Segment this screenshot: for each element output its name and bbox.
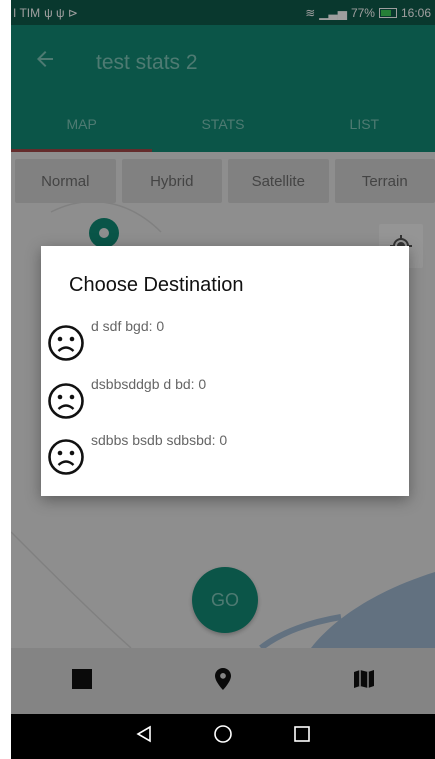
system-nav-bar (11, 714, 435, 759)
choose-destination-dialog: Choose Destination d sdf bgd: 0 dsbbsddg… (41, 246, 409, 496)
destination-label: sdbbs bsdb sdbsbd: 0 (91, 432, 228, 448)
sad-face-icon (47, 324, 85, 367)
destination-item[interactable]: d sdf bgd: 0 (47, 318, 387, 362)
home-circle-icon[interactable] (213, 724, 233, 749)
dialog-title: Choose Destination (69, 274, 244, 296)
back-triangle-icon[interactable] (135, 725, 153, 748)
app-screen: I TIM ψ ψ ⊳ ≋ ▁▃▅ 77% 16:06 test stats 2… (11, 0, 435, 759)
destination-item[interactable]: dsbbsddgb d bd: 0 (47, 376, 387, 420)
destination-label: dsbbsddgb d bd: 0 (91, 376, 207, 392)
sad-face-icon (47, 382, 85, 425)
destination-item[interactable]: sdbbs bsdb sdbsbd: 0 (47, 432, 387, 476)
destination-label: d sdf bgd: 0 (91, 318, 165, 334)
sad-face-icon (47, 438, 85, 481)
recents-square-icon[interactable] (293, 725, 311, 748)
